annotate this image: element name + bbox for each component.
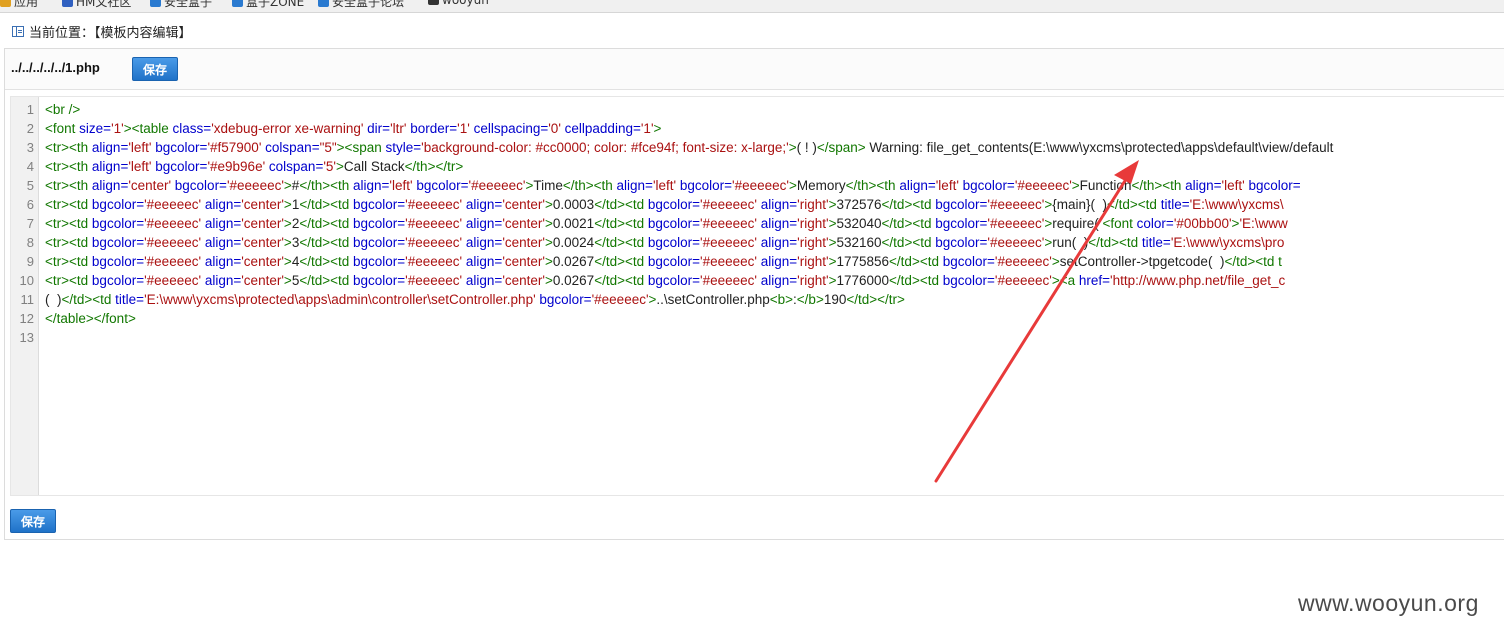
watermark: www.wooyun.org (1298, 590, 1479, 616)
annotation-arrow (934, 160, 1139, 483)
